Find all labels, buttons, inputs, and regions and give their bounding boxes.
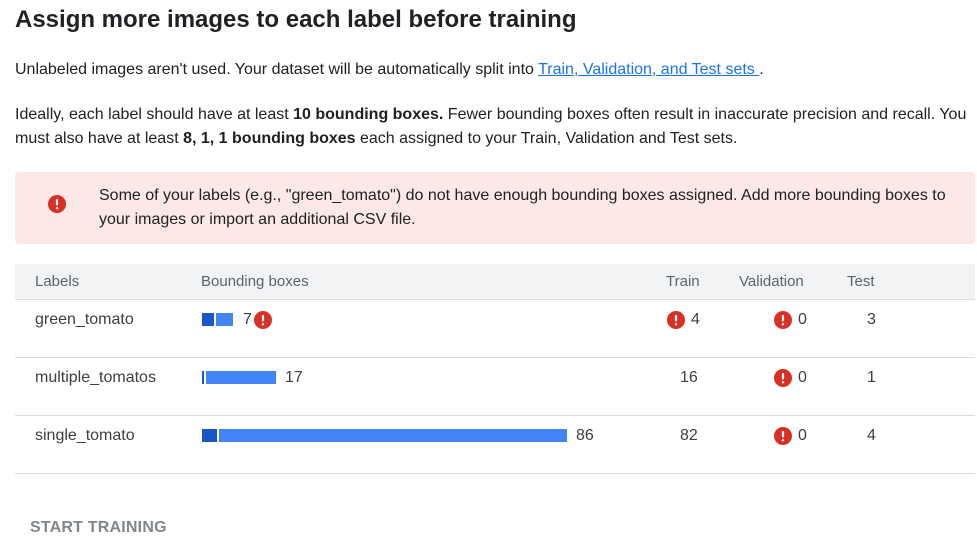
row-label: green_tomato	[35, 311, 134, 328]
bar-segment-dark	[202, 429, 217, 442]
test-count: 3	[867, 311, 876, 328]
boxes-bar	[202, 371, 276, 384]
header-bounding-boxes: Bounding boxes	[201, 273, 309, 290]
test-count: 4	[867, 427, 876, 444]
bar-segment-light	[206, 371, 276, 384]
train-count: 82	[680, 427, 698, 444]
intro-suffix: .	[759, 61, 764, 78]
error-alert: Some of your labels (e.g., "green_tomato…	[15, 172, 975, 244]
error-icon	[774, 369, 792, 387]
train-count: 16	[680, 369, 698, 386]
boxes-count: 17	[285, 369, 303, 386]
guidance-bold-1: 10 bounding boxes.	[293, 106, 444, 123]
error-icon	[48, 195, 66, 213]
header-train: Train	[666, 273, 700, 290]
row-label: multiple_tomatos	[35, 369, 156, 386]
guidance-part-1: Ideally, each label should have at least	[15, 106, 294, 123]
boxes-bar	[202, 313, 233, 326]
boxes-bar	[202, 429, 567, 442]
page-title: Assign more images to each label before …	[15, 6, 577, 33]
header-validation: Validation	[739, 273, 804, 290]
row-label: single_tomato	[35, 427, 135, 444]
alert-message: Some of your labels (e.g., "green_tomato…	[99, 187, 946, 228]
header-labels: Labels	[35, 273, 80, 290]
header-test: Test	[847, 273, 875, 290]
table-row: single_tomato 86 82 0 4	[15, 416, 975, 474]
guidance-part-3: each assigned to your Train, Validation …	[355, 130, 738, 147]
table-row: multiple_tomatos 17 16 0 1	[15, 358, 975, 416]
guidance-text: Ideally, each label should have at least…	[15, 103, 975, 151]
error-icon	[667, 311, 685, 329]
bar-segment-light	[219, 429, 567, 442]
boxes-count: 7	[243, 311, 252, 328]
label-stats-table: Labels Bounding boxes Train Validation T…	[15, 264, 975, 474]
table-header: Labels Bounding boxes Train Validation T…	[15, 264, 975, 300]
bar-segment-dark	[202, 371, 204, 384]
split-sets-link[interactable]: Train, Validation, and Test sets	[538, 61, 759, 78]
bar-segment-light	[216, 313, 233, 326]
validation-count: 0	[798, 427, 807, 444]
bar-segment-dark	[202, 313, 214, 326]
table-row: green_tomato 7 4 0 3	[15, 300, 975, 358]
error-icon	[254, 311, 272, 329]
validation-count: 0	[798, 311, 807, 328]
test-count: 1	[867, 369, 876, 386]
validation-count: 0	[798, 369, 807, 386]
boxes-count: 86	[576, 427, 594, 444]
error-icon	[774, 427, 792, 445]
error-icon	[774, 311, 792, 329]
start-training-button[interactable]: START TRAINING	[30, 519, 167, 537]
intro-sentence: Unlabeled images aren't used. Your datas…	[15, 61, 539, 78]
intro-text: Unlabeled images aren't used. Your datas…	[15, 58, 764, 82]
guidance-bold-2: 8, 1, 1 bounding boxes	[183, 130, 356, 147]
train-count: 4	[691, 311, 700, 328]
